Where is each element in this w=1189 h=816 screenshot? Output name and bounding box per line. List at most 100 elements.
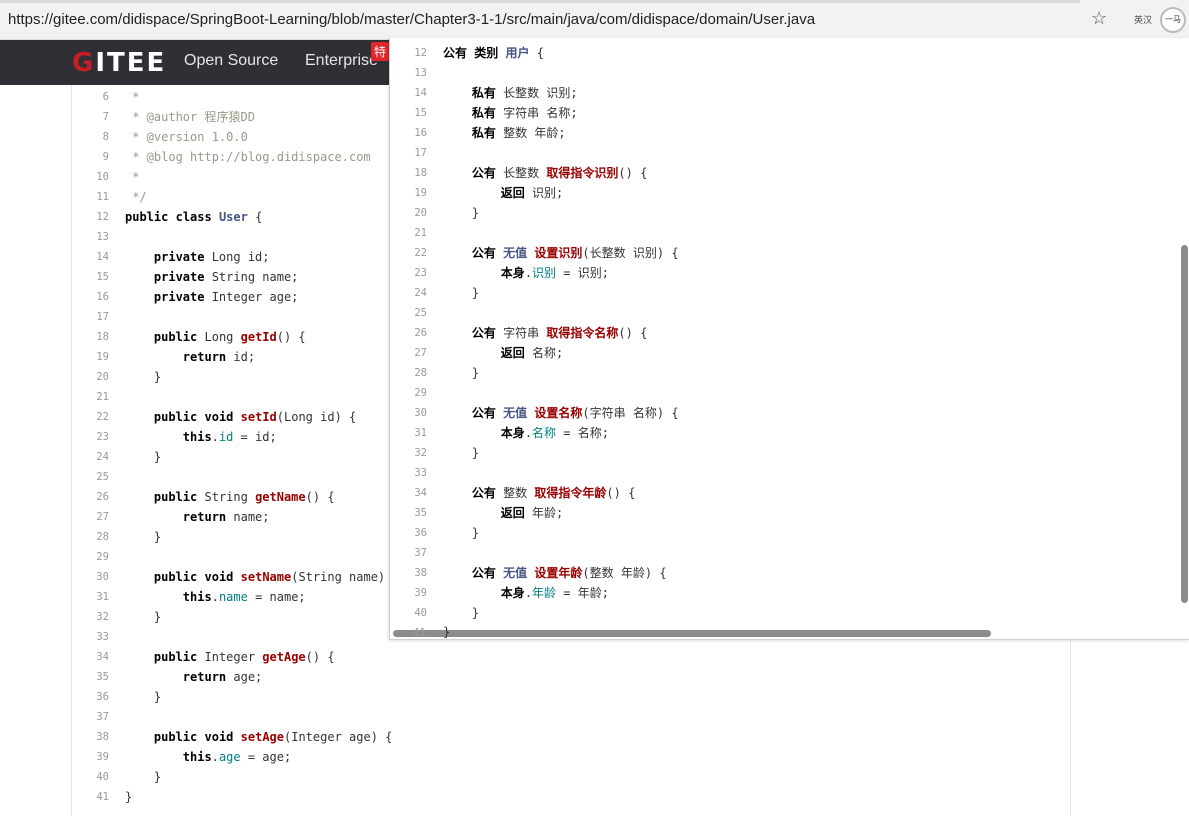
code-text: 公有 无值 设置年龄(整数 年龄) { bbox=[471, 566, 667, 580]
gitee-logo-rest: ITEE bbox=[95, 48, 167, 78]
code-text: 私有 字符串 名称; bbox=[471, 106, 578, 120]
line-number: 26 bbox=[96, 491, 109, 503]
code-text: public void setAge(Integer age) { bbox=[153, 730, 393, 744]
line-number: 38 bbox=[414, 567, 427, 579]
line-number: 9 bbox=[102, 151, 109, 163]
url-field[interactable]: https://gitee.com/didispace/SpringBoot-L… bbox=[8, 11, 815, 28]
line-number: 37 bbox=[414, 547, 427, 559]
code-text: } bbox=[443, 606, 480, 620]
code-text: } bbox=[125, 790, 133, 804]
line-number: 24 bbox=[414, 287, 427, 299]
code-text: public Integer getAge() { bbox=[153, 650, 335, 664]
line-number: 20 bbox=[414, 207, 427, 219]
code-text: 本身.识别 = 识别; bbox=[500, 266, 609, 280]
code-text: public Long getId() { bbox=[153, 330, 306, 344]
line-number: 32 bbox=[96, 611, 109, 623]
code-text: * bbox=[125, 90, 140, 104]
line-number: 17 bbox=[414, 147, 427, 159]
line-number: 36 bbox=[96, 691, 109, 703]
code-text: private Integer age; bbox=[153, 290, 299, 304]
gitee-logo[interactable]: GITEE bbox=[72, 48, 166, 78]
code-text: 公有 类别 用户 { bbox=[443, 46, 544, 60]
line-number: 41 bbox=[413, 627, 426, 639]
line-number: 20 bbox=[96, 371, 109, 383]
nav-badge: 特 bbox=[371, 42, 390, 61]
code-text: * @version 1.0.0 bbox=[125, 130, 248, 144]
line-number: 12 bbox=[96, 211, 109, 223]
line-number: 15 bbox=[414, 107, 427, 119]
code-text: return name; bbox=[182, 510, 270, 524]
code-text: public void setId(Long id) { bbox=[153, 410, 357, 424]
line-number: 23 bbox=[96, 431, 109, 443]
line-number: 39 bbox=[414, 587, 427, 599]
line-number: 25 bbox=[96, 471, 109, 483]
code-text: * bbox=[125, 170, 140, 184]
line-number: 14 bbox=[414, 87, 427, 99]
line-number: 34 bbox=[96, 651, 109, 663]
line-number: 40 bbox=[414, 607, 427, 619]
line-number: 27 bbox=[414, 347, 427, 359]
line-number: 24 bbox=[96, 451, 109, 463]
line-number: 31 bbox=[96, 591, 109, 603]
line-number: 10 bbox=[96, 171, 109, 183]
translation-popup[interactable]: 40 } 39 本身.年龄 = 年龄; 38 公有 无值 设置年龄(整数 年龄) {… bbox=[389, 38, 1189, 640]
code-text: 返回 名称; bbox=[500, 346, 564, 360]
line-number: 22 bbox=[96, 411, 109, 423]
line-number: 13 bbox=[96, 231, 109, 243]
tab-strip-edge bbox=[0, 0, 1080, 3]
line-number: 40 bbox=[96, 771, 109, 783]
line-number: 34 bbox=[414, 487, 427, 499]
code-text: 公有 整数 取得指令年龄() { bbox=[471, 486, 636, 500]
code-text: 私有 整数 年龄; bbox=[471, 126, 566, 140]
line-number: 26 bbox=[414, 327, 427, 339]
code-text: * @blog http://blog.didispace.com bbox=[125, 150, 371, 164]
code-text: this.age = age; bbox=[182, 750, 292, 764]
line-number: 29 bbox=[414, 387, 427, 399]
line-number: 23 bbox=[414, 267, 427, 279]
line-number: 13 bbox=[414, 67, 427, 79]
line-number: 22 bbox=[414, 247, 427, 259]
line-number: 35 bbox=[96, 671, 109, 683]
code-text: 本身.名称 = 名称; bbox=[500, 426, 609, 440]
line-number: 29 bbox=[96, 551, 109, 563]
code-text: 私有 长整数 识别; bbox=[471, 86, 578, 100]
code-text: private String name; bbox=[153, 270, 299, 284]
code-text: 公有 字符串 取得指令名称() { bbox=[471, 326, 648, 340]
horizontal-scrollbar[interactable] bbox=[393, 630, 991, 637]
code-text: public String getName() { bbox=[153, 490, 335, 504]
code-text: 公有 长整数 取得指令识别() { bbox=[471, 166, 648, 180]
code-text: public void setName(String name) { bbox=[153, 570, 400, 584]
nav-open-source[interactable]: Open Source bbox=[184, 52, 278, 70]
line-number: 36 bbox=[414, 527, 427, 539]
line-number: 30 bbox=[96, 571, 109, 583]
line-number: 18 bbox=[414, 167, 427, 179]
code-text: 返回 年龄; bbox=[500, 506, 564, 520]
line-number: 32 bbox=[414, 447, 427, 459]
bookmark-star-icon[interactable]: ☆ bbox=[1091, 8, 1107, 29]
profile-avatar[interactable]: 一马 bbox=[1160, 7, 1186, 33]
line-number: 18 bbox=[96, 331, 109, 343]
code-text: return id; bbox=[182, 350, 256, 364]
nav-enterprise[interactable]: Enterprise bbox=[305, 52, 378, 70]
code-text: } bbox=[443, 446, 480, 460]
line-number: 12 bbox=[414, 47, 427, 59]
line-number: 17 bbox=[96, 311, 109, 323]
line-number: 16 bbox=[414, 127, 427, 139]
line-number: 15 bbox=[96, 271, 109, 283]
browser-address-bar: https://gitee.com/didispace/SpringBoot-L… bbox=[0, 0, 1189, 40]
line-number: 33 bbox=[96, 631, 109, 643]
vertical-scrollbar[interactable] bbox=[1181, 245, 1188, 603]
code-text: this.id = id; bbox=[182, 430, 277, 444]
line-number: 33 bbox=[414, 467, 427, 479]
code-text: 公有 无值 设置名称(字符串 名称) { bbox=[471, 406, 679, 420]
line-number: 11 bbox=[96, 191, 109, 203]
translate-extension-button[interactable]: 英汉 bbox=[1134, 13, 1152, 26]
code-text: } bbox=[125, 530, 162, 544]
line-number: 28 bbox=[96, 531, 109, 543]
code-text: } bbox=[443, 286, 480, 300]
code-text: this.name = name; bbox=[182, 590, 306, 604]
code-text: 本身.年龄 = 年龄; bbox=[500, 586, 609, 600]
line-number: 30 bbox=[414, 407, 427, 419]
line-number: 35 bbox=[414, 507, 427, 519]
code-text: private Long id; bbox=[153, 250, 270, 264]
